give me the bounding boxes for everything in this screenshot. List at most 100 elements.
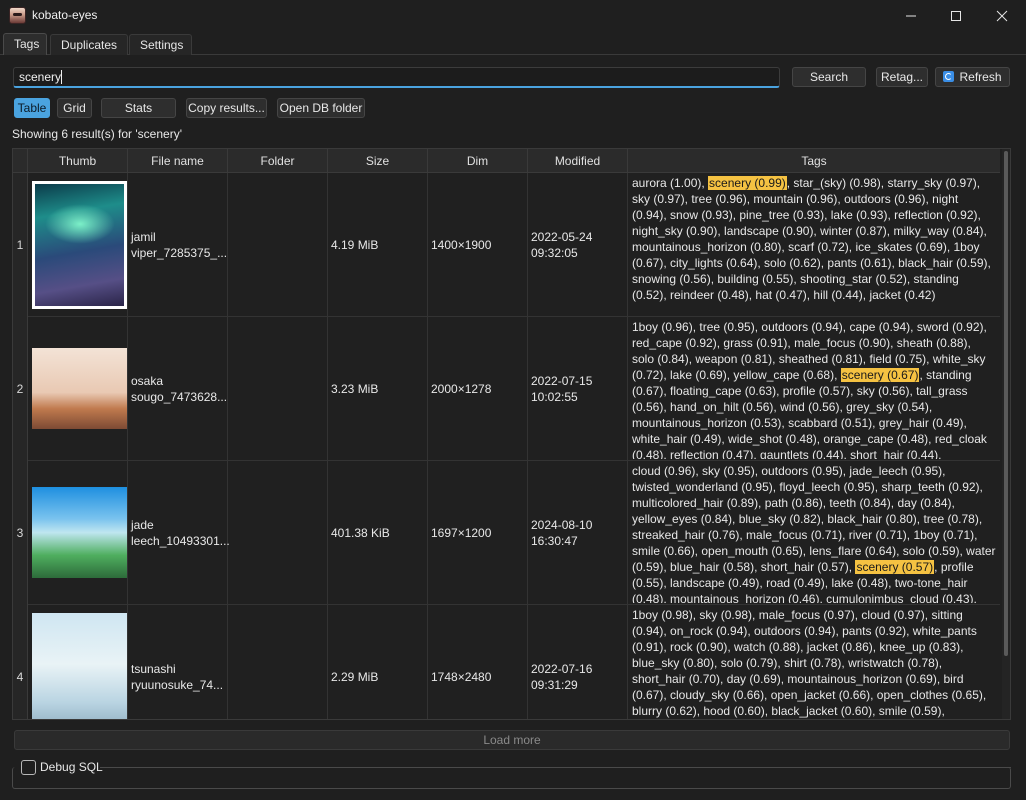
- debug-group-box: [12, 767, 1011, 789]
- column-header-thumb[interactable]: Thumb: [28, 149, 128, 173]
- thumb-cell: [28, 461, 128, 605]
- table-row[interactable]: 3 jade leech_10493301... 401.38 KiB 1697…: [13, 461, 1000, 605]
- folder-cell: [228, 317, 328, 461]
- row-number: 2: [13, 317, 28, 461]
- dim-cell: 1748×2480: [428, 605, 528, 719]
- tags-prefix: cloud (0.96), sky (0.95), outdoors (0.95…: [632, 464, 996, 574]
- tags-panel: Search Retag... Refresh Table Grid Stats…: [0, 55, 1026, 800]
- tags-text: 1boy (0.98), sky (0.98), male_focus (0.9…: [632, 607, 996, 719]
- file-name-cell: jade leech_10493301...: [128, 461, 230, 605]
- modified-time: 09:31:29: [531, 678, 578, 692]
- tab-settings[interactable]: Settings: [129, 34, 192, 56]
- file-name: osaka sougo_7473628...: [131, 374, 228, 404]
- vertical-scrollbar[interactable]: [1002, 149, 1010, 719]
- tags-suffix: , star_(sky) (0.98), starry_sky (0.97), …: [632, 176, 991, 302]
- stats-button[interactable]: Stats: [101, 98, 176, 118]
- load-more-button[interactable]: Load more: [14, 730, 1010, 750]
- modified-cell: 2022-07-15 10:02:55: [528, 317, 628, 461]
- column-header-dim[interactable]: Dim: [428, 149, 528, 173]
- open-db-folder-button[interactable]: Open DB folder: [277, 98, 365, 118]
- thumbnail-image[interactable]: [32, 487, 127, 578]
- table-header: Thumb File name Folder Size Dim Modified…: [13, 149, 1000, 173]
- modified-cell: 2022-07-16 09:31:29: [528, 605, 628, 719]
- modified: 2024-08-10 16:30:47: [531, 517, 624, 549]
- refresh-icon: [943, 71, 955, 82]
- copy-results-button[interactable]: Copy results...: [186, 98, 267, 118]
- size-cell: 2.29 MiB: [328, 605, 428, 719]
- text-caret: [61, 70, 62, 84]
- table-view-button[interactable]: Table: [14, 98, 50, 118]
- folder-cell: [228, 605, 328, 719]
- modified: 2022-07-15 10:02:55: [531, 373, 624, 405]
- tags-cell: 1boy (0.96), tree (0.95), outdoors (0.94…: [628, 317, 1000, 461]
- debug-sql-checkbox[interactable]: [21, 760, 36, 775]
- folder-cell: [228, 461, 328, 605]
- refresh-label: Refresh: [959, 70, 1002, 84]
- debug-group-border: [100, 767, 1011, 768]
- tags-text: aurora (1.00), scenery (0.99), star_(sky…: [632, 175, 996, 315]
- tags-cell: aurora (1.00), scenery (0.99), star_(sky…: [628, 173, 1000, 317]
- modified-cell: 2024-08-10 16:30:47: [528, 461, 628, 605]
- scrollbar-thumb[interactable]: [1004, 151, 1008, 656]
- table-row[interactable]: 4 tsunashi ryuunosuke_74... 2.29 MiB 174…: [13, 605, 1000, 719]
- close-icon: [996, 10, 1008, 22]
- size-cell: 4.19 MiB: [328, 173, 428, 317]
- app-icon: [9, 7, 26, 24]
- size-cell: 401.38 KiB: [328, 461, 428, 605]
- results-table: Thumb File name Folder Size Dim Modified…: [12, 148, 1011, 720]
- window-title: kobato-eyes: [32, 8, 98, 22]
- file-name: tsunashi ryuunosuke_74...: [131, 662, 224, 692]
- tags-cell: cloud (0.96), sky (0.95), outdoors (0.95…: [628, 461, 1000, 605]
- retag-button[interactable]: Retag...: [876, 67, 928, 87]
- size-cell: 3.23 MiB: [328, 317, 428, 461]
- table-row[interactable]: 2 osaka sougo_7473628... 3.23 MiB 2000×1…: [13, 317, 1000, 461]
- modified-date: 2022-07-15: [531, 374, 593, 388]
- file-name-cell: osaka sougo_7473628...: [128, 317, 228, 461]
- size: 3.23 MiB: [331, 382, 379, 396]
- tags-text: 1boy (0.96), tree (0.95), outdoors (0.94…: [632, 319, 996, 459]
- modified-time: 16:30:47: [531, 534, 578, 548]
- modified-date: 2022-07-16: [531, 662, 593, 676]
- size: 401.38 KiB: [331, 526, 390, 540]
- dim: 2000×1278: [431, 382, 492, 396]
- row-number-header: [13, 149, 28, 173]
- debug-sql-label[interactable]: Debug SQL: [40, 760, 103, 775]
- tag-highlight: scenery (0.67): [840, 368, 920, 382]
- dim: 1400×1900: [431, 238, 492, 252]
- modified-time: 09:32:05: [531, 246, 578, 260]
- size: 2.29 MiB: [331, 670, 379, 684]
- dim: 1748×2480: [431, 670, 492, 684]
- thumbnail-image[interactable]: [32, 613, 127, 719]
- file-name: jamil viper_7285375_...: [131, 230, 228, 260]
- table-row[interactable]: 1 jamil viper_7285375_... 4.19 MiB 1400×…: [13, 173, 1000, 317]
- search-button[interactable]: Search: [792, 67, 866, 87]
- tags-cell: 1boy (0.98), sky (0.98), male_focus (0.9…: [628, 605, 1000, 719]
- modified-date: 2022-05-24: [531, 230, 593, 244]
- modified: 2022-07-16 09:31:29: [531, 661, 624, 693]
- thumbnail-image[interactable]: [32, 181, 127, 309]
- tab-tags[interactable]: Tags: [3, 33, 47, 56]
- column-header-tags[interactable]: Tags: [628, 149, 1000, 173]
- search-input[interactable]: [13, 67, 780, 88]
- tag-highlight: scenery (0.99): [708, 176, 787, 190]
- thumb-cell: [28, 605, 128, 719]
- column-header-folder[interactable]: Folder: [228, 149, 328, 173]
- folder-cell: [228, 173, 328, 317]
- thumbnail-image[interactable]: [32, 348, 127, 429]
- modified-time: 10:02:55: [531, 390, 578, 404]
- file-name: jade leech_10493301...: [131, 518, 230, 548]
- maximize-button[interactable]: [933, 0, 979, 31]
- column-header-size[interactable]: Size: [328, 149, 428, 173]
- tags-prefix: aurora (1.00),: [632, 176, 709, 190]
- grid-view-button[interactable]: Grid: [57, 98, 92, 118]
- close-button[interactable]: [979, 0, 1025, 31]
- minimize-button[interactable]: [888, 0, 934, 31]
- tags-prefix: 1boy (0.98), sky (0.98), male_focus (0.9…: [632, 608, 987, 718]
- column-header-file-name[interactable]: File name: [128, 149, 228, 173]
- column-header-modified[interactable]: Modified: [528, 149, 628, 173]
- dim: 1697×1200: [431, 526, 492, 540]
- result-summary: Showing 6 result(s) for 'scenery': [12, 127, 182, 141]
- tab-duplicates[interactable]: Duplicates: [50, 34, 128, 56]
- tab-bar: Tags Duplicates Settings: [0, 31, 1026, 56]
- refresh-button[interactable]: Refresh: [935, 67, 1010, 87]
